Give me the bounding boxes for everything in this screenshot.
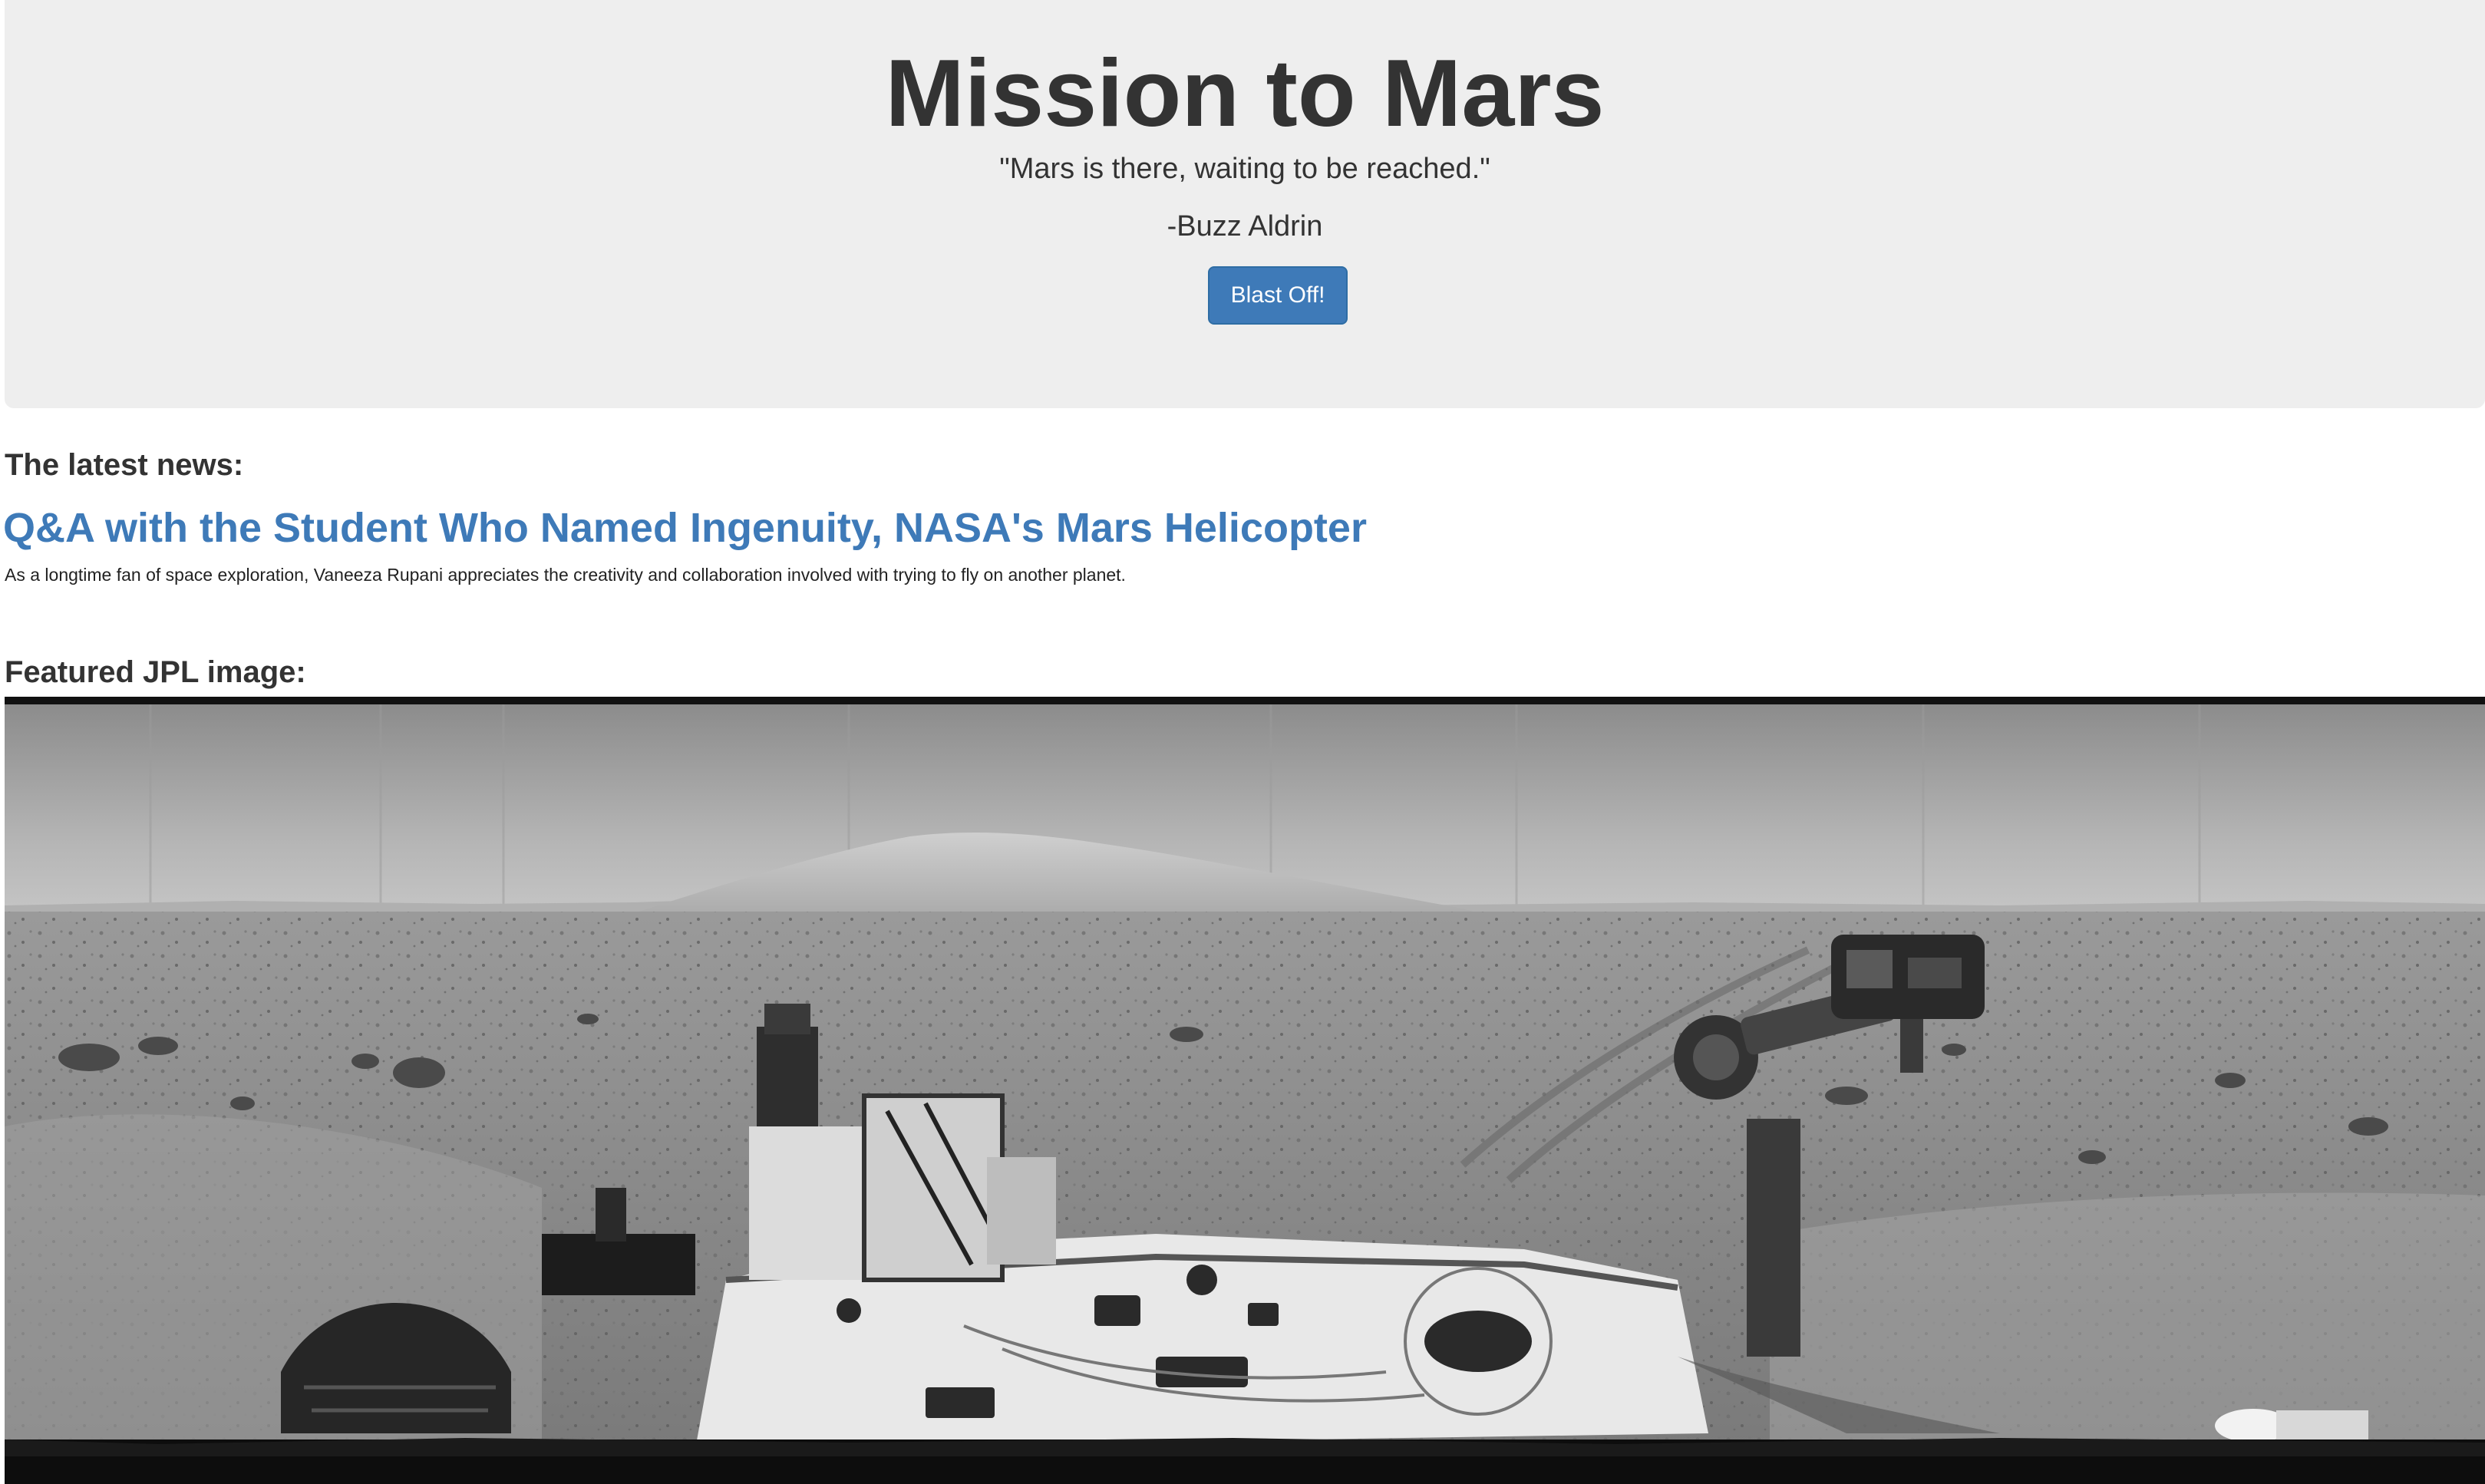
page-title: Mission to Mars [885,41,1605,147]
quote-text: "Mars is there, waiting to be reached." [999,153,1490,185]
latest-news-heading: The latest news: [5,448,244,482]
quote-author: -Buzz Aldrin [1167,210,1323,242]
news-teaser: As a longtime fan of space exploration, … [5,565,1126,585]
featured-mars-image[interactable] [5,697,2485,1484]
news-title-link[interactable]: Q&A with the Student Who Named Ingenuity… [3,503,1367,552]
jumbotron-header: Mission to Mars "Mars is there, waiting … [5,0,2485,408]
featured-image-heading: Featured JPL image: [5,655,306,689]
blast-off-button[interactable]: Blast Off! [1208,266,1348,325]
mars-panorama-image [5,697,2485,1484]
